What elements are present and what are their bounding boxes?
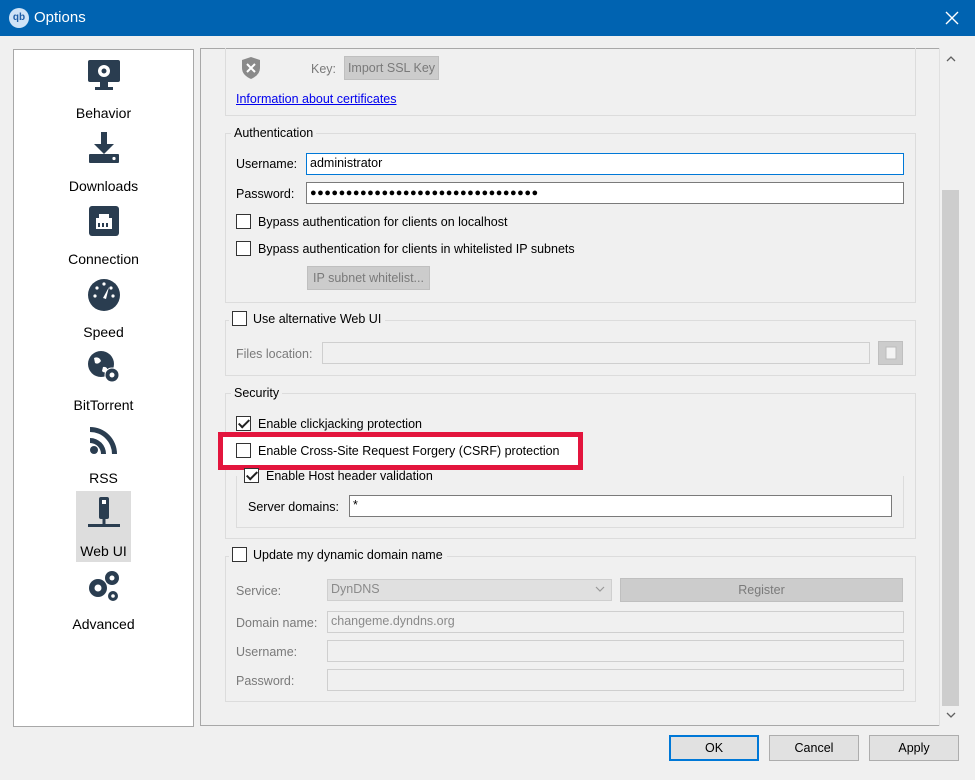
window-title: Options: [34, 9, 86, 26]
app-icon: qb: [9, 8, 29, 28]
files-location-label: Files location:: [236, 347, 313, 361]
ddns-username-input[interactable]: [327, 640, 904, 662]
sidebar-item-label: Web UI: [80, 543, 127, 559]
sidebar-item-downloads[interactable]: Downloads: [14, 126, 193, 197]
ddns-checkbox[interactable]: [232, 547, 247, 563]
globe-gear-icon: [88, 351, 120, 383]
key-label: Key:: [311, 62, 337, 76]
sidebar-item-bittorrent[interactable]: BitTorrent: [14, 345, 193, 416]
ddns-legend: Update my dynamic domain name: [229, 547, 447, 564]
apply-button[interactable]: Apply: [869, 735, 959, 761]
sidebar-item-label: RSS: [89, 470, 118, 486]
service-dropdown[interactable]: DynDNS: [327, 579, 612, 601]
sidebar: Behavior Downloads Connection Speed BitT…: [13, 49, 194, 727]
sidebar-item-label: Downloads: [68, 178, 139, 194]
password-label: Password:: [236, 187, 295, 201]
sidebar-item-label: BitTorrent: [73, 397, 134, 413]
sidebar-item-label: Behavior: [75, 105, 132, 121]
scroll-down-button[interactable]: [940, 706, 961, 724]
bypass-whitelist-checkbox[interactable]: [236, 241, 251, 256]
gears-icon: [89, 571, 119, 601]
folder-icon: [885, 346, 896, 360]
sidebar-item-label: Advanced: [72, 616, 135, 632]
sidebar-item-label: Speed: [83, 324, 124, 340]
csrf-label: Enable Cross-Site Request Forgery (CSRF)…: [258, 444, 560, 458]
close-icon: [945, 11, 959, 25]
clickjacking-checkbox[interactable]: [236, 416, 251, 431]
speedometer-icon: [88, 279, 120, 311]
vertical-scrollbar[interactable]: [939, 48, 960, 726]
host-header-checkbox[interactable]: [244, 468, 259, 483]
password-input[interactable]: ●●●●●●●●●●●●●●●●●●●●●●●●●●●●●●●●: [306, 182, 904, 204]
ok-button[interactable]: OK: [669, 735, 759, 761]
title-bar: qb Options: [0, 0, 975, 36]
ip-subnet-whitelist-button[interactable]: IP subnet whitelist...: [307, 266, 430, 290]
bypass-whitelist-label: Bypass authentication for clients in whi…: [258, 242, 575, 256]
authentication-title: Authentication: [231, 126, 317, 140]
web-ui-icon: [88, 497, 120, 527]
files-location-input[interactable]: [322, 342, 870, 364]
username-label: Username:: [236, 157, 298, 171]
download-icon: [89, 132, 119, 163]
username-input[interactable]: administrator: [306, 153, 904, 175]
alt-webui-label: Use alternative Web UI: [253, 312, 382, 326]
cancel-button[interactable]: Cancel: [769, 735, 859, 761]
chevron-down-icon: [595, 586, 605, 592]
sidebar-item-web-ui[interactable]: Web UI: [14, 491, 193, 562]
monitor-gear-icon: [88, 60, 120, 90]
network-port-icon: [89, 206, 119, 236]
bypass-localhost-label: Bypass authentication for clients on loc…: [258, 215, 508, 229]
sidebar-item-connection[interactable]: Connection: [14, 199, 193, 270]
csrf-checkbox[interactable]: [236, 443, 251, 458]
sidebar-item-rss[interactable]: RSS: [14, 418, 193, 489]
browse-button[interactable]: [878, 341, 903, 365]
service-label: Service:: [236, 584, 282, 598]
sidebar-item-label: Connection: [68, 251, 139, 267]
chevron-down-icon: [946, 712, 955, 718]
server-domains-label: Server domains:: [248, 500, 340, 514]
ddns-label: Update my dynamic domain name: [253, 548, 443, 562]
server-domains-input[interactable]: *: [349, 495, 892, 517]
ddns-password-input[interactable]: [327, 669, 904, 691]
scroll-up-button[interactable]: [940, 50, 961, 68]
sidebar-item-speed[interactable]: Speed: [14, 272, 193, 343]
domain-name-label: Domain name:: [236, 616, 318, 630]
sidebar-item-behavior[interactable]: Behavior: [14, 53, 193, 124]
close-button[interactable]: [929, 0, 975, 36]
domain-name-input[interactable]: changeme.dyndns.org: [327, 611, 904, 633]
register-button[interactable]: Register: [620, 578, 903, 602]
certificates-info-link[interactable]: Information about certificates: [236, 92, 397, 106]
alt-webui-legend: Use alternative Web UI: [229, 311, 386, 328]
scroll-thumb[interactable]: [942, 190, 959, 706]
clickjacking-label: Enable clickjacking protection: [258, 417, 422, 431]
import-ssl-key-button[interactable]: Import SSL Key: [344, 56, 439, 80]
ddns-password-label: Password:: [236, 674, 295, 688]
certificate-shield-icon: [242, 57, 260, 79]
rss-icon: [90, 427, 117, 454]
ddns-username-label: Username:: [236, 645, 298, 659]
chevron-up-icon: [946, 56, 955, 62]
bypass-localhost-checkbox[interactable]: [236, 214, 251, 229]
alt-webui-checkbox[interactable]: [232, 311, 247, 327]
host-header-label: Enable Host header validation: [266, 469, 433, 483]
sidebar-item-advanced[interactable]: Advanced: [14, 564, 193, 635]
security-title: Security: [231, 386, 283, 400]
service-value: DynDNS: [331, 582, 380, 596]
